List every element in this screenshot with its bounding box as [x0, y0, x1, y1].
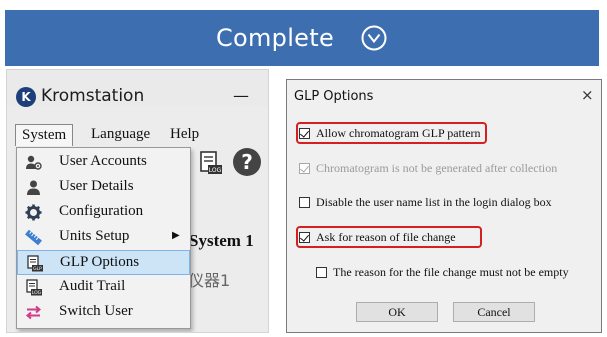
menu-item-user-details[interactable]: User Details [17, 175, 190, 200]
audit-log-toolbar-icon[interactable]: LOG [197, 150, 223, 176]
close-icon[interactable]: × [581, 86, 594, 104]
menu-bar: System Language Help [7, 124, 268, 146]
option-label: Chromatogram is not be generated after c… [316, 160, 558, 175]
minimize-button[interactable]: — [233, 86, 249, 105]
menu-item-audit-trail[interactable]: LOG Audit Trail [17, 275, 190, 300]
option-label: Disable the user name list in the login … [316, 194, 552, 209]
cancel-button[interactable]: Cancel [453, 302, 535, 322]
system-dropdown-menu: User Accounts User Details Configuration [16, 147, 191, 329]
system-label: System 1 [189, 231, 254, 250]
menu-item-configuration[interactable]: Configuration [17, 200, 190, 225]
checkbox [299, 162, 310, 174]
ok-button[interactable]: OK [356, 302, 438, 322]
svg-text:GLP: GLP [33, 266, 42, 272]
dialog-title: GLP Options [294, 89, 374, 104]
menu-help[interactable]: Help [164, 124, 205, 146]
menu-item-glp-options[interactable]: GLP GLP Options [17, 250, 190, 275]
kromstation-window: K Kromstation — System Language Help LOG… [6, 69, 269, 333]
menu-item-label: GLP Options [60, 254, 140, 270]
submenu-arrow-icon: ▶ [172, 230, 180, 241]
svg-text:LOG: LOG [209, 167, 222, 174]
menu-item-user-accounts[interactable]: User Accounts [17, 150, 190, 175]
help-icon[interactable]: ? [233, 148, 261, 176]
menu-language[interactable]: Language [85, 124, 156, 146]
checkbox[interactable] [316, 266, 327, 278]
kromstation-logo-icon: K [16, 87, 36, 107]
menu-item-label: Units Setup [59, 228, 130, 244]
menu-item-switch-user[interactable]: Switch User [17, 300, 190, 325]
title-bar: K Kromstation — [7, 70, 268, 107]
chevron-down-circle-icon [361, 25, 387, 51]
user-icon [27, 180, 40, 195]
complete-banner: Complete [5, 10, 599, 66]
log-document-icon: LOG [26, 279, 42, 296]
option-label: Ask for reason of file change [316, 229, 456, 244]
option-label: The reason for the file change must not … [333, 264, 569, 279]
menu-item-label: User Details [59, 178, 134, 194]
option-allow-glp-pattern[interactable]: Allow chromatogram GLP pattern [299, 124, 481, 142]
option-label: Allow chromatogram GLP pattern [316, 125, 481, 140]
app-title: Kromstation [41, 86, 145, 106]
svg-text:LOG: LOG [32, 290, 42, 296]
option-reason-not-empty[interactable]: The reason for the file change must not … [316, 263, 569, 281]
user-accounts-icon [26, 155, 42, 170]
gear-icon [25, 204, 42, 221]
menu-item-label: Audit Trail [59, 278, 126, 294]
menu-item-label: Configuration [59, 203, 144, 219]
checkbox[interactable] [299, 196, 310, 208]
menu-item-units-setup[interactable]: Units Setup ▶ [17, 225, 190, 250]
option-ask-reason-file-change[interactable]: Ask for reason of file change [299, 228, 456, 246]
menu-item-label: User Accounts [59, 153, 147, 169]
checkbox[interactable] [299, 127, 310, 139]
checkbox[interactable] [299, 231, 310, 243]
banner-title: Complete [215, 24, 335, 52]
switch-arrows-icon [25, 305, 42, 320]
glp-options-dialog: GLP Options × Allow chromatogram GLP pat… [286, 79, 602, 333]
instrument-label: 仪器1 [188, 271, 231, 290]
menu-system[interactable]: System [15, 124, 74, 146]
glp-document-icon: GLP [27, 255, 43, 272]
menu-item-label: Switch User [59, 303, 133, 319]
option-disable-user-name-list[interactable]: Disable the user name list in the login … [299, 193, 552, 211]
ruler-icon [25, 229, 42, 246]
option-chromatogram-not-generated: Chromatogram is not be generated after c… [299, 159, 557, 177]
